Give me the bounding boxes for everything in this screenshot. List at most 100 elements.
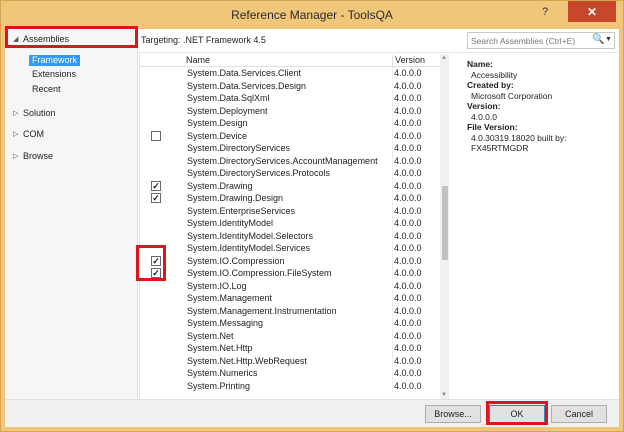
column-divider [392,67,393,80]
nav-framework[interactable]: Framework [29,55,81,66]
table-row[interactable]: System.IdentityModel 4.0.0.0 [140,217,440,230]
assembly-name: System.IdentityModel.Services [187,243,311,253]
detail-file-version-line1: 4.0.30319.18020 built by: [471,132,567,143]
table-row[interactable]: ✓ System.IO.Compression.FileSystem 4.0.0.0 [140,267,440,280]
table-row[interactable]: System.Net.Http 4.0.0.0 [140,342,440,355]
assembly-name: System.Device [187,130,248,141]
checkbox-unchecked[interactable] [151,130,161,141]
assembly-version: 4.0.0.0 [394,268,422,278]
column-header-name[interactable]: Name [186,55,391,66]
table-row[interactable]: System.Design 4.0.0.0 [140,117,440,130]
browse-button[interactable]: Browse... [425,405,481,423]
table-row[interactable]: System.Deployment 4.0.0.0 [140,104,440,117]
table-row[interactable]: System.IdentityModel.Selectors 4.0.0.0 [140,229,440,242]
highlight-box-compression-checkboxes [136,245,166,281]
column-divider [392,217,393,230]
scroll-thumb[interactable] [442,186,448,260]
assembly-version: 4.0.0.0 [394,218,422,228]
column-divider [392,304,393,317]
assembly-name: System.Net.Http [187,343,253,353]
column-divider [392,317,393,330]
table-row[interactable]: System.Printing 4.0.0.0 [140,379,440,392]
table-row[interactable]: System.DirectoryServices.AccountManageme… [140,154,440,167]
column-divider [392,104,393,117]
column-header-version[interactable]: Version [392,55,440,66]
table-row[interactable]: System.IO.Log 4.0.0.0 [140,279,440,292]
nav-solution-label: Solution [23,108,56,118]
table-row[interactable]: System.Data.Services.Client 4.0.0.0 [140,67,440,80]
column-divider [392,329,393,342]
assembly-version: 4.0.0.0 [394,255,422,266]
cancel-button[interactable]: Cancel [551,405,607,423]
search-box[interactable]: 🔍 ▼ [467,32,615,49]
table-row[interactable]: System.EnterpriseServices 4.0.0.0 [140,204,440,217]
column-divider [392,92,393,105]
assembly-version: 4.0.0.0 [394,193,422,203]
assembly-name: System.Numerics [187,368,258,378]
assembly-name: System.DirectoryServices.AccountManageme… [187,155,378,166]
vertical-scrollbar[interactable]: ▲ ▼ [440,54,449,399]
table-row[interactable]: System.DirectoryServices 4.0.0.0 [140,142,440,155]
assembly-version: 4.0.0.0 [394,318,422,328]
column-divider [392,192,393,205]
assembly-version: 4.0.0.0 [394,155,422,166]
table-row[interactable]: System.Management.Instrumentation 4.0.0.0 [140,304,440,317]
category-pane: ◢ Assemblies Framework Extensions Recent… [5,26,138,399]
chevron-down-icon[interactable]: ▼ [605,36,612,43]
table-row[interactable]: System.DirectoryServices.Protocols 4.0.0.… [140,167,440,180]
table-row[interactable]: System.Data.Services.Design 4.0.0.0 [140,79,440,92]
collapsed-arrow-icon[interactable]: ▷ [13,152,23,160]
scroll-up-icon[interactable]: ▲ [441,55,447,61]
table-row[interactable]: System.Data.SqlXml 4.0.0.0 [140,92,440,105]
column-divider [392,79,393,92]
assembly-name: System.Deployment [187,105,268,116]
close-button[interactable]: ✕ [568,1,616,22]
column-divider [392,154,393,167]
assembly-version: 4.0.0.0 [394,80,422,91]
table-row[interactable]: ✓ System.IO.Compression 4.0.0.0 [140,254,440,267]
assembly-name: System.DirectoryServices [187,143,291,153]
title-bar[interactable]: Reference Manager - ToolsQA ? ✕ [1,1,623,29]
assembly-version: 4.0.0.0 [394,380,422,391]
table-row[interactable]: System.IdentityModel.Services 4.0.0.0 [140,242,440,255]
assembly-name: System.Data.Services.Design [187,80,307,91]
assembly-version: 4.0.0.0 [394,68,422,78]
table-row[interactable]: System.Messaging 4.0.0.0 [140,317,440,330]
search-input[interactable] [471,35,589,47]
assembly-name: System.IO.Log [187,280,247,291]
checkbox-checked[interactable]: ✓ [151,180,161,191]
detail-created-value: Microsoft Corporation [471,90,553,101]
table-row[interactable]: System.Numerics 4.0.0.0 [140,367,440,380]
nav-extensions[interactable]: Extensions [29,69,79,80]
list-header: Name Version [140,54,440,67]
assembly-name: System.EnterpriseServices [187,205,296,216]
help-button[interactable]: ? [533,1,557,22]
assembly-list: Name Version System.Data.Services.Client… [139,54,449,399]
column-divider [392,267,393,280]
nav-solution[interactable]: ▷ Solution [13,106,56,120]
assembly-version: 4.0.0.0 [394,243,422,253]
reference-manager-window: Reference Manager - ToolsQA ? ✕ ◢ Assemb… [0,0,624,432]
assembly-name: System.Data.SqlXml [187,93,270,103]
collapsed-arrow-icon[interactable]: ▷ [13,109,23,117]
table-row[interactable]: System.Net.Http.WebRequest 4.0.0.0 [140,354,440,367]
nav-recent[interactable]: Recent [29,84,64,95]
column-divider [392,242,393,255]
assembly-version: 4.0.0.0 [394,130,422,141]
nav-browse[interactable]: ▷ Browse [13,149,53,163]
table-row[interactable]: System.Management 4.0.0.0 [140,292,440,305]
nav-com[interactable]: ▷ COM [13,127,44,141]
table-row[interactable]: System.Net 4.0.0.0 [140,329,440,342]
checkbox-checked[interactable]: ✓ [151,193,161,203]
table-row[interactable]: ✓ System.Drawing.Design 4.0.0.0 [140,192,440,205]
assembly-version: 4.0.0.0 [394,343,422,353]
assembly-name: System.Drawing [187,180,253,191]
search-icon[interactable]: 🔍 [592,34,604,45]
column-divider [392,229,393,242]
table-row[interactable]: ✓ System.Drawing 4.0.0.0 [140,179,440,192]
collapsed-arrow-icon[interactable]: ▷ [13,130,23,138]
assembly-version: 4.0.0.0 [394,305,422,316]
assembly-version: 4.0.0.0 [394,143,422,153]
table-row[interactable]: System.Device 4.0.0.0 [140,129,440,142]
scroll-down-icon[interactable]: ▼ [441,392,447,398]
